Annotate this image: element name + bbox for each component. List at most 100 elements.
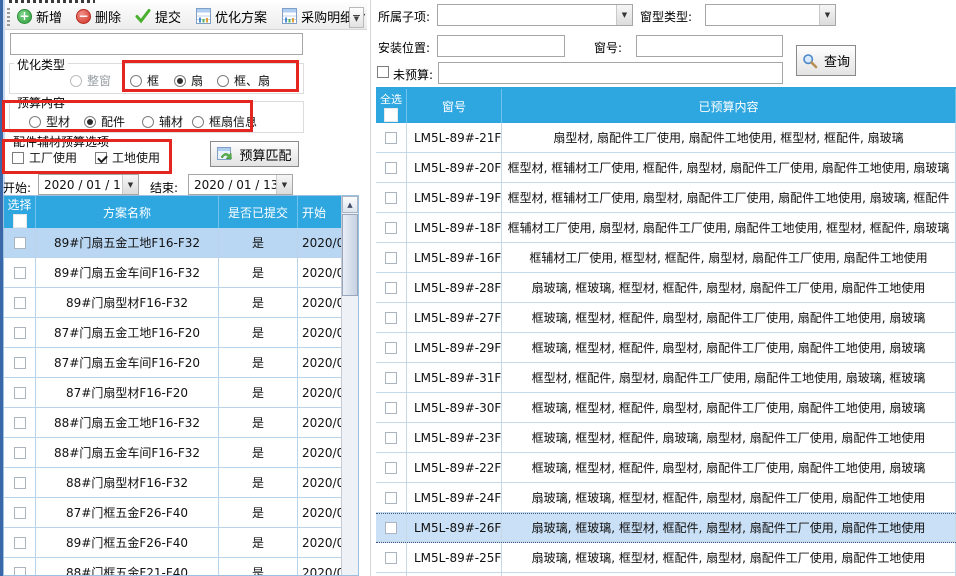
sub-item-select[interactable]: ▼: [437, 4, 633, 26]
window-table-row[interactable]: LM5L-89#-20F18框型材, 框辅材工厂使用, 框配件, 扇型材, 扇配…: [376, 153, 956, 183]
row-checkbox[interactable]: [385, 312, 397, 324]
radio-option[interactable]: 框扇信息: [192, 113, 257, 130]
window-budget-table: 全选 窗号 已预算内容 LM5L-89#-21F19扇型材, 扇配件工厂使用, …: [376, 87, 956, 576]
window-table-row[interactable]: LM5L-89#-30F28框玻璃, 框型材, 框配件, 扇型材, 扇配件工厂使…: [376, 393, 956, 423]
scrollbar-thumb[interactable]: [342, 214, 358, 296]
window-table-row[interactable]: LM5L-89#-25F23扇玻璃, 框玻璃, 框型材, 框配件, 扇型材, 扇…: [376, 543, 956, 573]
row-checkbox[interactable]: [14, 297, 26, 309]
select-column-header[interactable]: 选择: [4, 196, 36, 228]
radio-option-label: 辅材: [159, 113, 183, 130]
match-icon: [217, 147, 233, 162]
window-table-row[interactable]: LM5L-89#-31F29框型材, 框配件, 扇型材, 扇配件工厂使用, 扇配…: [376, 363, 956, 393]
optimize-plan-button[interactable]: 优化方案: [195, 7, 267, 26]
radio-option[interactable]: 辅材: [142, 113, 183, 130]
radio-option[interactable]: 型材: [29, 113, 70, 130]
row-checkbox[interactable]: [14, 507, 26, 519]
plan-table-row[interactable]: 87#门框五金F26-F40是2020/0: [4, 498, 342, 528]
plan-table-row[interactable]: 89#门扇五金车间F16-F32是2020/0: [4, 258, 342, 288]
row-checkbox[interactable]: [14, 447, 26, 459]
row-checkbox[interactable]: [385, 252, 397, 264]
row-checkbox[interactable]: [385, 462, 397, 474]
row-checkbox[interactable]: [385, 222, 397, 234]
row-checkbox[interactable]: [385, 132, 397, 144]
chevron-down-icon[interactable]: ▼: [276, 175, 292, 194]
row-checkbox[interactable]: [14, 417, 26, 429]
plan-table-row[interactable]: 88#门扇五金工地F16-F32是2020/0: [4, 408, 342, 438]
window-table-row[interactable]: LM5L-89#-16F15框辅材工厂使用, 框型材, 框配件, 扇型材, 扇配…: [376, 243, 956, 273]
row-checkbox[interactable]: [14, 237, 26, 249]
not-budgeted-checkbox[interactable]: [377, 66, 389, 78]
plan-table-row[interactable]: 89#门扇型材F16-F32是2020/0: [4, 288, 342, 318]
radio-option[interactable]: 配件: [84, 113, 125, 130]
plan-table-row[interactable]: 89#门框五金F26-F40是2020/0: [4, 528, 342, 558]
plan-table-row[interactable]: 89#门扇五金工地F16-F32是2020/0: [4, 228, 342, 258]
window-table-row[interactable]: LM5L-89#-28F26扇玻璃, 框玻璃, 框型材, 框配件, 扇型材, 扇…: [376, 273, 956, 303]
select-all-column-header[interactable]: 全选: [376, 89, 407, 123]
row-checkbox[interactable]: [385, 522, 397, 534]
submit-button[interactable]: 提交: [135, 7, 181, 26]
scroll-up-button[interactable]: ▲: [342, 196, 358, 213]
row-checkbox[interactable]: [385, 492, 397, 504]
row-checkbox[interactable]: [385, 342, 397, 354]
plan-filter-input[interactable]: [10, 33, 303, 55]
radio-option[interactable]: 框、扇: [217, 72, 270, 89]
window-table-row[interactable]: LM5L-89#-22F20框玻璃, 框型材, 框配件, 扇型材, 扇配件工厂使…: [376, 453, 956, 483]
chevron-down-icon[interactable]: ▼: [616, 5, 632, 25]
plan-table-row[interactable]: 88#门扇五金车间F16-F32是2020/0: [4, 438, 342, 468]
row-checkbox[interactable]: [385, 432, 397, 444]
row-checkbox[interactable]: [385, 192, 397, 204]
plan-name-column-header[interactable]: 方案名称: [36, 196, 219, 228]
plan-table-row[interactable]: 88#门框五金F21-F40是2020/0: [4, 558, 342, 576]
window-table-row[interactable]: LM5L-89#-18F16框辅材工厂使用, 扇型材, 扇配件工厂使用, 扇配件…: [376, 213, 956, 243]
window-table-row[interactable]: LM5L-89#-24F22扇玻璃, 框玻璃, 框型材, 框配件, 扇型材, 扇…: [376, 483, 956, 513]
row-checkbox[interactable]: [14, 567, 26, 576]
add-button[interactable]: + 新增: [17, 7, 62, 26]
delete-button[interactable]: − 删除: [76, 7, 121, 26]
end-date-picker[interactable]: 2020 / 01 / 13 ▼: [188, 174, 293, 195]
row-checkbox[interactable]: [385, 402, 397, 414]
chevron-down-icon[interactable]: ▼: [122, 175, 138, 194]
chevron-down-icon[interactable]: ▼: [819, 5, 835, 25]
radio-option[interactable]: 扇: [174, 72, 203, 89]
submitted-column-header[interactable]: 是否已提交: [219, 196, 298, 228]
row-checkbox[interactable]: [14, 477, 26, 489]
start-date-picker[interactable]: 2020 / 01 / 1 ▼: [38, 174, 139, 195]
budgeted-content-column-header[interactable]: 已预算内容: [502, 89, 956, 123]
checkbox-option[interactable]: 工地使用: [95, 149, 160, 166]
window-table-row[interactable]: LM5L-89#-21F19扇型材, 扇配件工厂使用, 扇配件工地使用, 框型材…: [376, 123, 956, 153]
not-budgeted-input[interactable]: [438, 62, 783, 84]
plan-table-row[interactable]: 87#门扇五金工地F16-F20是2020/0: [4, 318, 342, 348]
row-checkbox[interactable]: [14, 327, 26, 339]
plan-table-row[interactable]: 87#门扇五金车间F16-F20是2020/0: [4, 348, 342, 378]
row-checkbox[interactable]: [14, 357, 26, 369]
select-all-checkbox[interactable]: [13, 214, 27, 228]
window-table-row[interactable]: LM5L-89#-19F17框型材, 框辅材工厂使用, 扇型材, 扇配件工厂使用…: [376, 183, 956, 213]
window-no-input[interactable]: [636, 35, 783, 57]
budget-match-button[interactable]: 预算匹配: [210, 141, 299, 167]
window-table-row[interactable]: LM5L-89#-26F24扇玻璃, 框玻璃, 框型材, 框配件, 扇型材, 扇…: [376, 513, 956, 543]
toolbar-grip-handle[interactable]: [7, 8, 10, 26]
window-no-column-header[interactable]: 窗号: [407, 89, 502, 123]
plan-table-row[interactable]: 88#门扇型材F16-F32是2020/0: [4, 468, 342, 498]
window-type-select[interactable]: ▼: [705, 4, 836, 26]
vertical-scrollbar[interactable]: ▲: [341, 196, 358, 575]
row-checkbox[interactable]: [385, 282, 397, 294]
query-button[interactable]: 查询: [796, 45, 856, 76]
row-checkbox[interactable]: [385, 552, 397, 564]
window-table-row[interactable]: LM5L-89#-29F27框玻璃, 框型材, 框配件, 扇型材, 扇配件工厂使…: [376, 333, 956, 363]
radio-circle-icon: [84, 116, 96, 128]
row-checkbox[interactable]: [385, 162, 397, 174]
select-all-checkbox[interactable]: [384, 108, 398, 122]
start-column-header[interactable]: 开始: [298, 196, 342, 228]
checkbox-option[interactable]: 工厂使用: [12, 149, 77, 166]
radio-option[interactable]: 框: [130, 72, 159, 89]
row-checkbox[interactable]: [14, 267, 26, 279]
window-table-row[interactable]: LM5L-89#-27F25框玻璃, 框型材, 框配件, 扇型材, 扇配件工厂使…: [376, 303, 956, 333]
row-checkbox[interactable]: [385, 372, 397, 384]
toolbar-overflow-button[interactable]: ▼: [349, 7, 364, 28]
plan-table-row[interactable]: 87#门扇型材F16-F20是2020/0: [4, 378, 342, 408]
install-position-input[interactable]: [437, 35, 565, 57]
row-checkbox[interactable]: [14, 537, 26, 549]
window-table-row[interactable]: LM5L-89#-23F21框玻璃, 框型材, 框配件, 扇玻璃, 扇型材, 扇…: [376, 423, 956, 453]
row-checkbox[interactable]: [14, 387, 26, 399]
